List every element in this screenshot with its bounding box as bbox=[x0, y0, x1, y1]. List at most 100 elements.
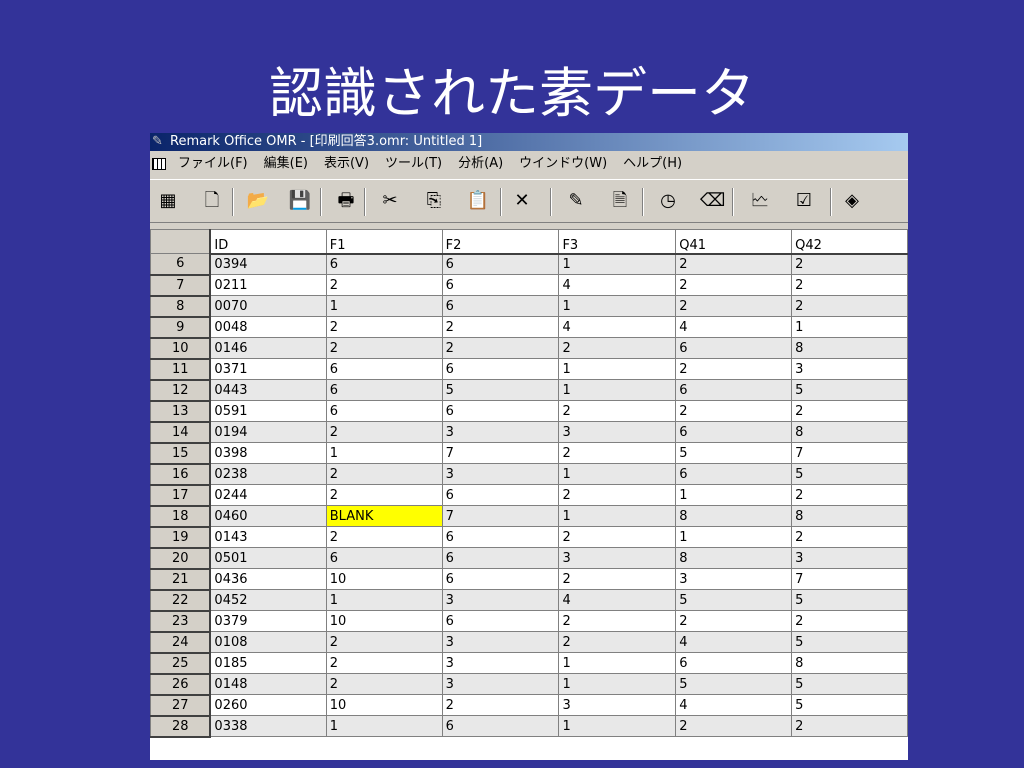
table-cell[interactable]: 4 bbox=[558, 274, 677, 296]
table-cell[interactable]: 2 bbox=[791, 715, 908, 737]
table-cell[interactable]: 3 bbox=[791, 547, 908, 569]
scan-icon[interactable]: ✎ bbox=[564, 189, 588, 213]
window-titlebar[interactable]: ✎ Remark Office OMR - [印刷回答3.omr: Untitle… bbox=[150, 133, 908, 151]
table-cell[interactable]: 1 bbox=[558, 463, 677, 485]
menu-item[interactable]: ヘルプ(H) bbox=[615, 151, 690, 177]
checklist-icon[interactable]: ☑ bbox=[792, 189, 816, 213]
table-cell[interactable]: 2 bbox=[675, 358, 793, 380]
table-cell[interactable]: 1 bbox=[675, 484, 793, 506]
corner-header[interactable] bbox=[150, 229, 212, 254]
table-cell[interactable]: 2 bbox=[791, 400, 908, 422]
row-header[interactable]: 16 bbox=[150, 463, 212, 486]
table-cell[interactable]: 5 bbox=[675, 442, 793, 464]
row-header[interactable]: 19 bbox=[150, 526, 212, 549]
table-cell[interactable]: 0146 bbox=[209, 337, 327, 359]
table-cell[interactable]: 6 bbox=[675, 337, 793, 359]
table-cell[interactable]: 2 bbox=[441, 337, 560, 359]
table-cell[interactable]: 6 bbox=[441, 526, 560, 548]
table-cell[interactable]: 8 bbox=[675, 505, 793, 527]
open-folder-icon[interactable]: 📂 bbox=[246, 189, 270, 213]
table-cell[interactable]: 6 bbox=[441, 547, 560, 569]
row-header[interactable]: 10 bbox=[150, 337, 212, 360]
table-cell[interactable]: 6 bbox=[441, 274, 560, 296]
table-cell[interactable]: 0211 bbox=[209, 274, 327, 296]
table-cell[interactable]: 3 bbox=[441, 421, 560, 443]
row-header[interactable]: 15 bbox=[150, 442, 212, 465]
table-cell[interactable]: 7 bbox=[791, 442, 908, 464]
table-cell[interactable]: 8 bbox=[675, 547, 793, 569]
table-cell[interactable]: 10 bbox=[325, 610, 443, 632]
table-cell[interactable]: 5 bbox=[675, 589, 793, 611]
table-cell[interactable]: 6 bbox=[325, 379, 443, 401]
table-cell[interactable]: 7 bbox=[791, 568, 908, 590]
table-cell[interactable]: 2 bbox=[675, 400, 793, 422]
data-grid[interactable]: ID F1 F2 F3 Q41 Q42 6 0394 6 6 1 2 2 7 0211 2 6 4 2 2 8 0070… bbox=[150, 229, 908, 760]
table-cell[interactable]: 0143 bbox=[209, 526, 327, 548]
table-cell[interactable]: 0148 bbox=[209, 673, 327, 695]
table-cell[interactable]: 2 bbox=[558, 337, 677, 359]
table-cell[interactable]: 0460 bbox=[209, 505, 327, 527]
table-cell[interactable]: 6 bbox=[675, 652, 793, 674]
table-cell[interactable]: 2 bbox=[325, 484, 443, 506]
menu-item[interactable]: 表示(V) bbox=[316, 151, 377, 177]
menu-item[interactable]: ウインドウ(W) bbox=[511, 151, 615, 177]
table-cell[interactable]: 2 bbox=[558, 610, 677, 632]
table-cell[interactable]: 1 bbox=[325, 715, 443, 737]
row-header[interactable]: 7 bbox=[150, 274, 212, 297]
table-cell[interactable]: 2 bbox=[791, 253, 908, 275]
menu-item[interactable]: ファイル(F) bbox=[170, 151, 256, 177]
save-icon[interactable]: 💾 bbox=[288, 189, 312, 213]
table-cell[interactable]: 1 bbox=[558, 652, 677, 674]
table-cell[interactable]: 0452 bbox=[209, 589, 327, 611]
print-icon[interactable]: 🖶 bbox=[334, 189, 358, 213]
column-header[interactable]: F1 bbox=[325, 229, 443, 255]
table-cell[interactable]: 2 bbox=[325, 337, 443, 359]
eraser-icon[interactable]: ⌫ bbox=[700, 189, 725, 213]
table-cell[interactable]: 4 bbox=[675, 631, 793, 653]
table-cell[interactable]: 2 bbox=[325, 316, 443, 338]
table-cell[interactable]: 2 bbox=[441, 694, 560, 716]
table-cell[interactable]: 0194 bbox=[209, 421, 327, 443]
table-cell[interactable]: 3 bbox=[558, 547, 677, 569]
table-cell[interactable]: 3 bbox=[675, 568, 793, 590]
table-cell[interactable]: 1 bbox=[558, 715, 677, 737]
table-cell[interactable]: 5 bbox=[791, 379, 908, 401]
clock-icon[interactable]: ◷ bbox=[656, 189, 680, 213]
row-header[interactable]: 27 bbox=[150, 694, 212, 717]
table-cell[interactable]: 6 bbox=[441, 295, 560, 317]
table-cell[interactable]: 0436 bbox=[209, 568, 327, 590]
table-cell[interactable]: 6 bbox=[675, 421, 793, 443]
table-cell[interactable]: 1 bbox=[558, 505, 677, 527]
table-cell[interactable]: 1 bbox=[558, 358, 677, 380]
column-header[interactable]: ID bbox=[209, 229, 327, 255]
table-cell[interactable]: 2 bbox=[558, 568, 677, 590]
table-cell[interactable]: 1 bbox=[558, 253, 677, 275]
table-cell[interactable]: 2 bbox=[325, 463, 443, 485]
table-cell[interactable]: 0244 bbox=[209, 484, 327, 506]
row-header[interactable]: 13 bbox=[150, 400, 212, 423]
copy-icon[interactable]: ⎘ bbox=[422, 189, 446, 213]
table-cell[interactable]: 6 bbox=[441, 400, 560, 422]
table-cell[interactable]: 0108 bbox=[209, 631, 327, 653]
table-cell[interactable]: 6 bbox=[325, 358, 443, 380]
row-header[interactable]: 14 bbox=[150, 421, 212, 444]
table-cell[interactable]: 6 bbox=[441, 358, 560, 380]
table-cell[interactable]: 2 bbox=[675, 715, 793, 737]
grid-view-icon[interactable]: ▦ bbox=[156, 189, 180, 213]
table-cell[interactable]: 0185 bbox=[209, 652, 327, 674]
table-cell[interactable]: 8 bbox=[791, 652, 908, 674]
table-cell[interactable]: 5 bbox=[675, 673, 793, 695]
table-cell[interactable]: 3 bbox=[441, 652, 560, 674]
table-cell[interactable]: 2 bbox=[558, 442, 677, 464]
menu-item[interactable]: 編集(E) bbox=[256, 151, 316, 177]
table-cell[interactable]: 2 bbox=[325, 631, 443, 653]
table-cell[interactable]: 5 bbox=[791, 694, 908, 716]
table-cell[interactable]: 4 bbox=[675, 316, 793, 338]
paste-icon[interactable]: 📋 bbox=[466, 189, 490, 213]
row-header[interactable]: 24 bbox=[150, 631, 212, 654]
table-cell[interactable]: 4 bbox=[558, 316, 677, 338]
table-cell[interactable]: 0443 bbox=[209, 379, 327, 401]
table-cell[interactable]: 2 bbox=[791, 610, 908, 632]
table-cell[interactable]: 1 bbox=[558, 379, 677, 401]
table-cell[interactable]: BLANK bbox=[325, 505, 443, 527]
